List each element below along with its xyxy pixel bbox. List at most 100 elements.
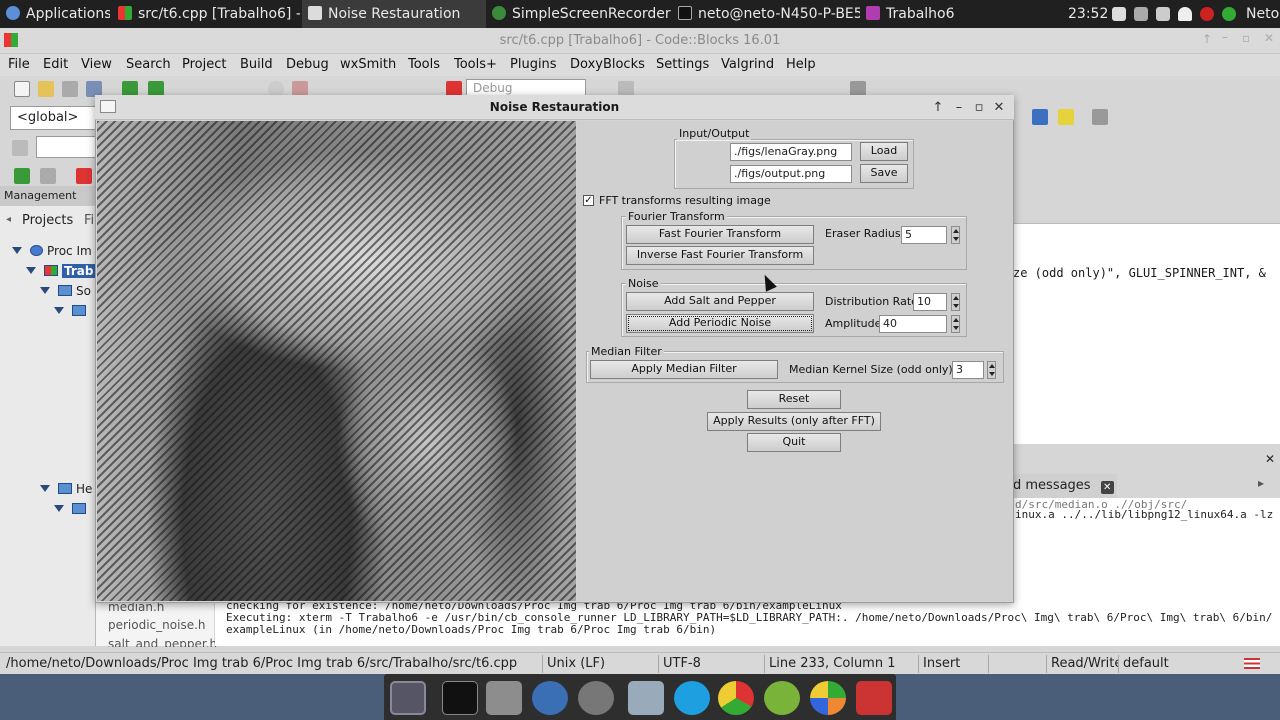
red-app-icon[interactable] bbox=[856, 681, 892, 715]
menu-settings[interactable]: Settings bbox=[656, 57, 709, 72]
browser-globe-icon[interactable] bbox=[532, 681, 568, 715]
tab-projects[interactable]: Projects bbox=[22, 213, 73, 228]
android-studio-icon[interactable] bbox=[764, 681, 800, 715]
search-magnifier-icon[interactable] bbox=[578, 681, 614, 715]
window-close-icon[interactable]: ✕ bbox=[992, 100, 1006, 115]
menu-edit[interactable]: Edit bbox=[43, 57, 68, 72]
tree-project[interactable]: Trab bbox=[26, 264, 96, 278]
save-button[interactable]: Save bbox=[860, 164, 908, 183]
menu-project[interactable]: Project bbox=[182, 57, 226, 72]
apply-median-button[interactable]: Apply Median Filter bbox=[590, 360, 778, 379]
menu-wxsmith[interactable]: wxSmith bbox=[340, 57, 396, 72]
task-codeblocks[interactable]: src/t6.cpp [Trabalho6] - ... bbox=[118, 0, 300, 28]
save-icon[interactable] bbox=[62, 81, 78, 97]
reset-button[interactable]: Reset bbox=[747, 390, 841, 409]
file-manager-icon[interactable] bbox=[628, 681, 664, 715]
record-icon[interactable] bbox=[1200, 7, 1214, 21]
menu-search[interactable]: Search bbox=[126, 57, 171, 72]
menu-valgrind[interactable]: Valgrind bbox=[721, 57, 774, 72]
show-desktop-icon[interactable] bbox=[390, 681, 426, 715]
close-icon[interactable]: ✕ bbox=[1264, 31, 1274, 45]
menu-help[interactable]: Help bbox=[786, 57, 816, 72]
help-icon[interactable] bbox=[1058, 109, 1074, 125]
apply-results-button[interactable]: Apply Results (only after FFT) bbox=[707, 412, 881, 431]
clipboard-icon[interactable] bbox=[1156, 7, 1170, 21]
build-messages-tab[interactable]: d messages ✕ bbox=[1013, 474, 1117, 498]
menu-debug[interactable]: Debug bbox=[286, 57, 329, 72]
open-icon[interactable] bbox=[38, 81, 54, 97]
chrome-icon[interactable] bbox=[718, 681, 754, 715]
terminal-dock-icon[interactable] bbox=[442, 681, 478, 715]
wrench-icon[interactable] bbox=[1092, 109, 1108, 125]
scope-combo[interactable]: <global> bbox=[10, 106, 96, 130]
task-terminal[interactable]: neto@neto-N450-P-BE5... bbox=[678, 0, 860, 28]
amplitude-field[interactable]: 40 bbox=[879, 315, 947, 333]
dropbox-icon[interactable] bbox=[1112, 7, 1126, 21]
median-kernel-spinner[interactable] bbox=[987, 361, 996, 379]
tab-left-arrow-icon[interactable]: ◂ bbox=[6, 214, 11, 225]
skype-icon[interactable] bbox=[674, 681, 710, 715]
user-name[interactable]: Neto bbox=[1246, 0, 1280, 28]
tree-src-folder[interactable] bbox=[54, 304, 90, 318]
salt-and-pepper-button[interactable]: Add Salt and Pepper bbox=[626, 292, 814, 311]
menu-view[interactable]: View bbox=[81, 57, 112, 72]
noise-window-titlebar[interactable]: Noise Restauration bbox=[95, 95, 1014, 120]
logs-close-icon[interactable]: ✕ bbox=[1265, 452, 1275, 466]
search-field[interactable] bbox=[36, 136, 96, 158]
ifft-button[interactable]: Inverse Fast Fourier Transform bbox=[626, 246, 814, 265]
maximize-up-icon[interactable]: ↑ bbox=[1202, 32, 1212, 46]
bookmark-icon[interactable] bbox=[76, 168, 92, 184]
clock[interactable]: 23:52 bbox=[1068, 0, 1108, 28]
task-screen-recorder[interactable]: SimpleScreenRecorder bbox=[492, 0, 672, 28]
quit-button[interactable]: Quit bbox=[747, 433, 841, 452]
window-minimize-icon[interactable]: – bbox=[952, 100, 966, 115]
menu-doxyblocks[interactable]: DoxyBlocks bbox=[570, 57, 645, 72]
colorful-app-icon[interactable] bbox=[810, 681, 846, 715]
eraser-radius-spinner[interactable] bbox=[951, 226, 960, 244]
task-noise-restauration[interactable]: Noise Restauration bbox=[302, 0, 486, 28]
periodic-noise-button[interactable]: Add Periodic Noise bbox=[626, 314, 814, 333]
tabs-scroll-right-icon[interactable]: ▸ bbox=[1258, 476, 1264, 490]
menu-tools[interactable]: Tools bbox=[408, 57, 440, 72]
image-canvas[interactable] bbox=[97, 121, 576, 601]
fft-button[interactable]: Fast Fourier Transform bbox=[626, 225, 814, 244]
user-avatar-icon[interactable] bbox=[1222, 7, 1236, 21]
window-up-icon[interactable]: ↑ bbox=[931, 100, 945, 115]
window-maximize-icon[interactable]: ▫ bbox=[972, 100, 986, 115]
applications-menu[interactable]: Applications bbox=[6, 0, 110, 28]
home-folder-icon[interactable] bbox=[486, 681, 522, 715]
menu-plugins[interactable]: Plugins bbox=[510, 57, 557, 72]
search-tool-icon[interactable] bbox=[12, 140, 28, 156]
wifi-icon[interactable] bbox=[1178, 7, 1192, 21]
code-editor[interactable] bbox=[1013, 224, 1280, 444]
output-path-field[interactable]: ./figs/output.png bbox=[730, 165, 852, 183]
tree-workspace[interactable]: Proc Im bbox=[12, 244, 92, 258]
amplitude-spinner[interactable] bbox=[951, 315, 960, 333]
menu-file[interactable]: File bbox=[8, 57, 30, 72]
bluetooth-icon[interactable] bbox=[1134, 7, 1148, 21]
file-periodic-noise-h[interactable]: periodic_noise.h bbox=[108, 618, 206, 632]
file-salt-and-pepper-h[interactable]: salt_and_pepper.h bbox=[108, 637, 217, 647]
back-icon[interactable] bbox=[14, 168, 30, 184]
tab-files[interactable]: Fi bbox=[84, 213, 94, 228]
language-flag-icon[interactable] bbox=[1244, 658, 1260, 669]
minimize-icon[interactable]: – bbox=[1222, 30, 1228, 44]
jump-icon[interactable] bbox=[1032, 109, 1048, 125]
tree-headers-folder[interactable] bbox=[54, 502, 90, 516]
tree-headers[interactable]: He bbox=[40, 482, 92, 496]
menu-build[interactable]: Build bbox=[240, 57, 273, 72]
restore-icon[interactable]: ▫ bbox=[1242, 31, 1250, 45]
new-file-icon[interactable] bbox=[14, 81, 30, 97]
menu-tools-plus[interactable]: Tools+ bbox=[454, 57, 497, 72]
eraser-radius-field[interactable]: 5 bbox=[901, 226, 947, 244]
fft-checkbox[interactable]: ✓ bbox=[583, 195, 594, 206]
tab-close-icon[interactable]: ✕ bbox=[1100, 481, 1114, 494]
forward-icon[interactable] bbox=[40, 168, 56, 184]
distribution-rate-spinner[interactable] bbox=[951, 293, 960, 311]
load-button[interactable]: Load bbox=[860, 142, 908, 161]
tree-sources[interactable]: So bbox=[40, 284, 91, 298]
input-path-field[interactable]: ./figs/lenaGray.png bbox=[730, 143, 852, 161]
task-trabalho6[interactable]: Trabalho6 bbox=[866, 0, 986, 28]
distribution-rate-field[interactable]: 10 bbox=[913, 293, 947, 311]
median-kernel-field[interactable]: 3 bbox=[952, 361, 984, 379]
